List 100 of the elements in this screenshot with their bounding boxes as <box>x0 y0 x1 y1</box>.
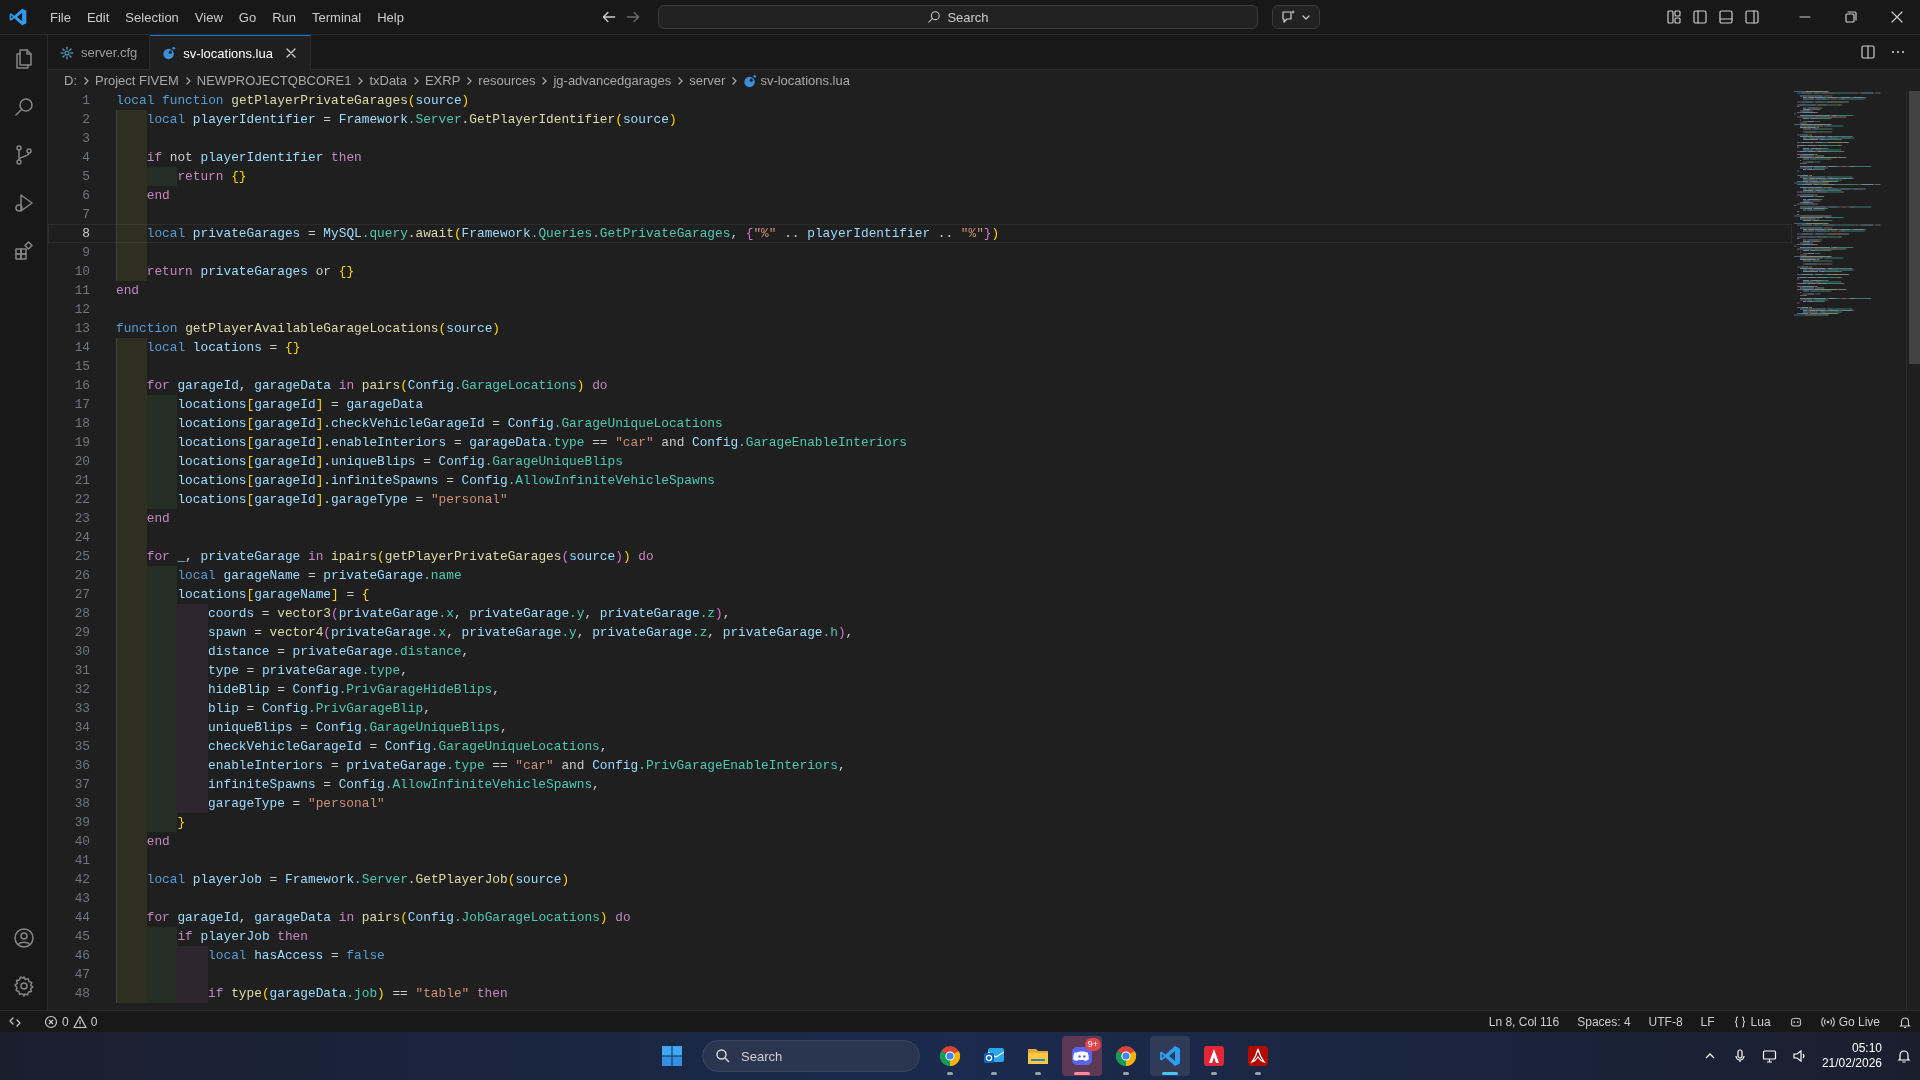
go-live-button[interactable]: Go Live <box>1820 1014 1880 1029</box>
line-number: 46 <box>73 947 90 965</box>
chat-sparkle-icon <box>1281 9 1297 25</box>
line-number: 5 <box>81 168 90 186</box>
command-center-search[interactable]: Search <box>658 5 1258 29</box>
code-line: uniqueBlips = Config.GarageUniqueBlips, <box>116 718 508 737</box>
breadcrumb-item[interactable]: NEWPROJECTQBCORE1 <box>196 73 352 88</box>
line-number: 31 <box>73 662 90 680</box>
code-line: end <box>116 832 170 851</box>
line-number: 1 <box>81 92 90 110</box>
breadcrumb-item[interactable]: server <box>689 73 726 88</box>
code-line: locations[garageId] = garageData <box>116 395 424 414</box>
moon-icon <box>743 73 758 88</box>
secondary-sidebar-icon[interactable] <box>1744 9 1760 25</box>
code-line: local garageName = privateGarage.name <box>116 566 462 585</box>
code-line: local playerJob = Framework.Server.GetPlayerJob(source) <box>116 870 570 889</box>
settings-icon[interactable] <box>11 974 36 998</box>
menu-item[interactable]: Terminal <box>304 5 370 29</box>
monitor-icon[interactable] <box>1761 1048 1778 1064</box>
letter-a-app-icon[interactable] <box>1202 1044 1226 1068</box>
clock-date[interactable]: 21/02/2026 <box>1821 1056 1882 1071</box>
layout-icon[interactable] <box>1666 9 1682 25</box>
vscode-logo-icon <box>8 7 28 27</box>
status-item[interactable]: UTF-8 <box>1648 1014 1683 1029</box>
menu-item[interactable]: File <box>42 5 79 29</box>
line-number: 23 <box>73 510 90 528</box>
line-number: 11 <box>73 282 90 300</box>
line-number: 30 <box>73 643 90 661</box>
windows-logo-icon[interactable] <box>660 1044 684 1068</box>
peak-app-icon[interactable] <box>1246 1044 1270 1068</box>
code-line: if playerJob then <box>116 927 308 946</box>
line-number: 12 <box>73 301 90 319</box>
broadcast-icon <box>1820 1014 1835 1029</box>
braces-icon <box>1732 1014 1747 1029</box>
menu-item[interactable]: Help <box>369 5 412 29</box>
line-number: 33 <box>73 700 90 718</box>
code-line: locations[garageId].enableInteriors = garageData.type == "car" and Config.GarageEnableInteriors <box>116 433 908 452</box>
code-line: locations[garageId].checkVehicleGarageId = Config.GarageUniqueLocations <box>116 414 723 433</box>
code-line: locations[garageId].garageType = "personal" <box>116 490 508 509</box>
line-number: 21 <box>73 472 90 490</box>
taskbar-search[interactable]: Search <box>702 1040 920 1072</box>
search-icon <box>927 10 942 24</box>
code-line: garageType = "personal" <box>116 794 385 813</box>
line-number: 35 <box>73 738 90 756</box>
code-line: locations[garageId].infiniteSpawns = Config.AllowInfiniteVehicleSpawns <box>116 471 715 490</box>
code-line: distance = privateGarage.distance, <box>116 642 470 661</box>
status-item[interactable]: LF <box>1700 1014 1715 1029</box>
restore-icon[interactable] <box>1845 11 1857 23</box>
problems-button[interactable]: 0 0 <box>44 1014 98 1029</box>
line-number: 6 <box>81 187 90 205</box>
close-icon[interactable] <box>1891 11 1903 23</box>
line-number: 32 <box>73 681 90 699</box>
menu-item[interactable]: View <box>186 5 231 29</box>
gear-icon <box>60 45 74 60</box>
code-line: coords = vector3(privateGarage.x, privateGarage.y, privateGarage.z), <box>116 604 731 623</box>
menu-item[interactable]: Edit <box>78 5 118 29</box>
breadcrumb-item[interactable]: D: <box>64 73 77 88</box>
status-item[interactable]: Spaces: 4 <box>1577 1014 1631 1029</box>
account-icon[interactable] <box>11 926 36 950</box>
split-editor-icon[interactable] <box>1860 44 1876 60</box>
code-line: hideBlip = Config.PrivGarageHideBlips, <box>116 680 500 699</box>
line-number: 18 <box>73 415 90 433</box>
line-number: 26 <box>73 567 90 585</box>
breadcrumb-item[interactable]: Project FIVEM <box>95 73 179 88</box>
line-number: 47 <box>73 966 90 984</box>
breadcrumb-item[interactable]: sv-locations.lua <box>760 73 850 88</box>
sidebar-toggle-icon[interactable] <box>1692 9 1708 25</box>
scrollbar-thumb[interactable] <box>1909 91 1920 364</box>
bell-icon[interactable] <box>1898 1014 1912 1029</box>
menu-item[interactable]: Go <box>230 5 265 29</box>
line-number: 4 <box>81 149 90 167</box>
line-number: 44 <box>73 909 90 927</box>
line-number: 3 <box>81 130 90 148</box>
line-number: 36 <box>73 757 90 775</box>
line-number: 10 <box>73 263 90 281</box>
breadcrumb-item[interactable]: txData <box>369 73 407 88</box>
breadcrumb-item[interactable]: jg-advancedgarages <box>553 73 672 88</box>
panel-toggle-icon[interactable] <box>1718 9 1734 25</box>
code-line: end <box>116 186 170 205</box>
moon-icon <box>162 46 177 60</box>
chrome-icon[interactable] <box>938 1044 962 1068</box>
chrome-icon[interactable] <box>1114 1044 1138 1068</box>
notification-bell-icon[interactable] <box>1896 1048 1912 1064</box>
code-line: checkVehicleGarageId = Config.GarageUniqueLocations, <box>116 737 608 756</box>
menu-item[interactable]: Selection <box>117 5 187 29</box>
vscode-icon[interactable] <box>1158 1044 1182 1068</box>
chat-button[interactable] <box>1272 5 1320 29</box>
clock-time[interactable]: 05:10 <box>1851 1041 1882 1056</box>
line-number: 17 <box>73 396 90 414</box>
menu-item[interactable]: Run <box>264 5 304 29</box>
line-number: 22 <box>73 491 90 509</box>
code-line: locations[garageId].uniqueBlips = Config.GarageUniqueBlips <box>116 452 623 471</box>
editor-tab[interactable]: sv-locations.lua <box>150 35 311 70</box>
code-line: local function getPlayerPrivateGarages(source) <box>116 92 470 110</box>
status-item[interactable]: Ln 8, Col 116 <box>1488 1014 1560 1029</box>
line-number: 45 <box>73 928 90 946</box>
line-number: 29 <box>73 624 90 642</box>
breadcrumb-item[interactable]: EXRP <box>424 73 461 88</box>
language-mode[interactable]: Lua <box>1732 1014 1771 1029</box>
breadcrumb-item[interactable]: resources <box>478 73 536 88</box>
